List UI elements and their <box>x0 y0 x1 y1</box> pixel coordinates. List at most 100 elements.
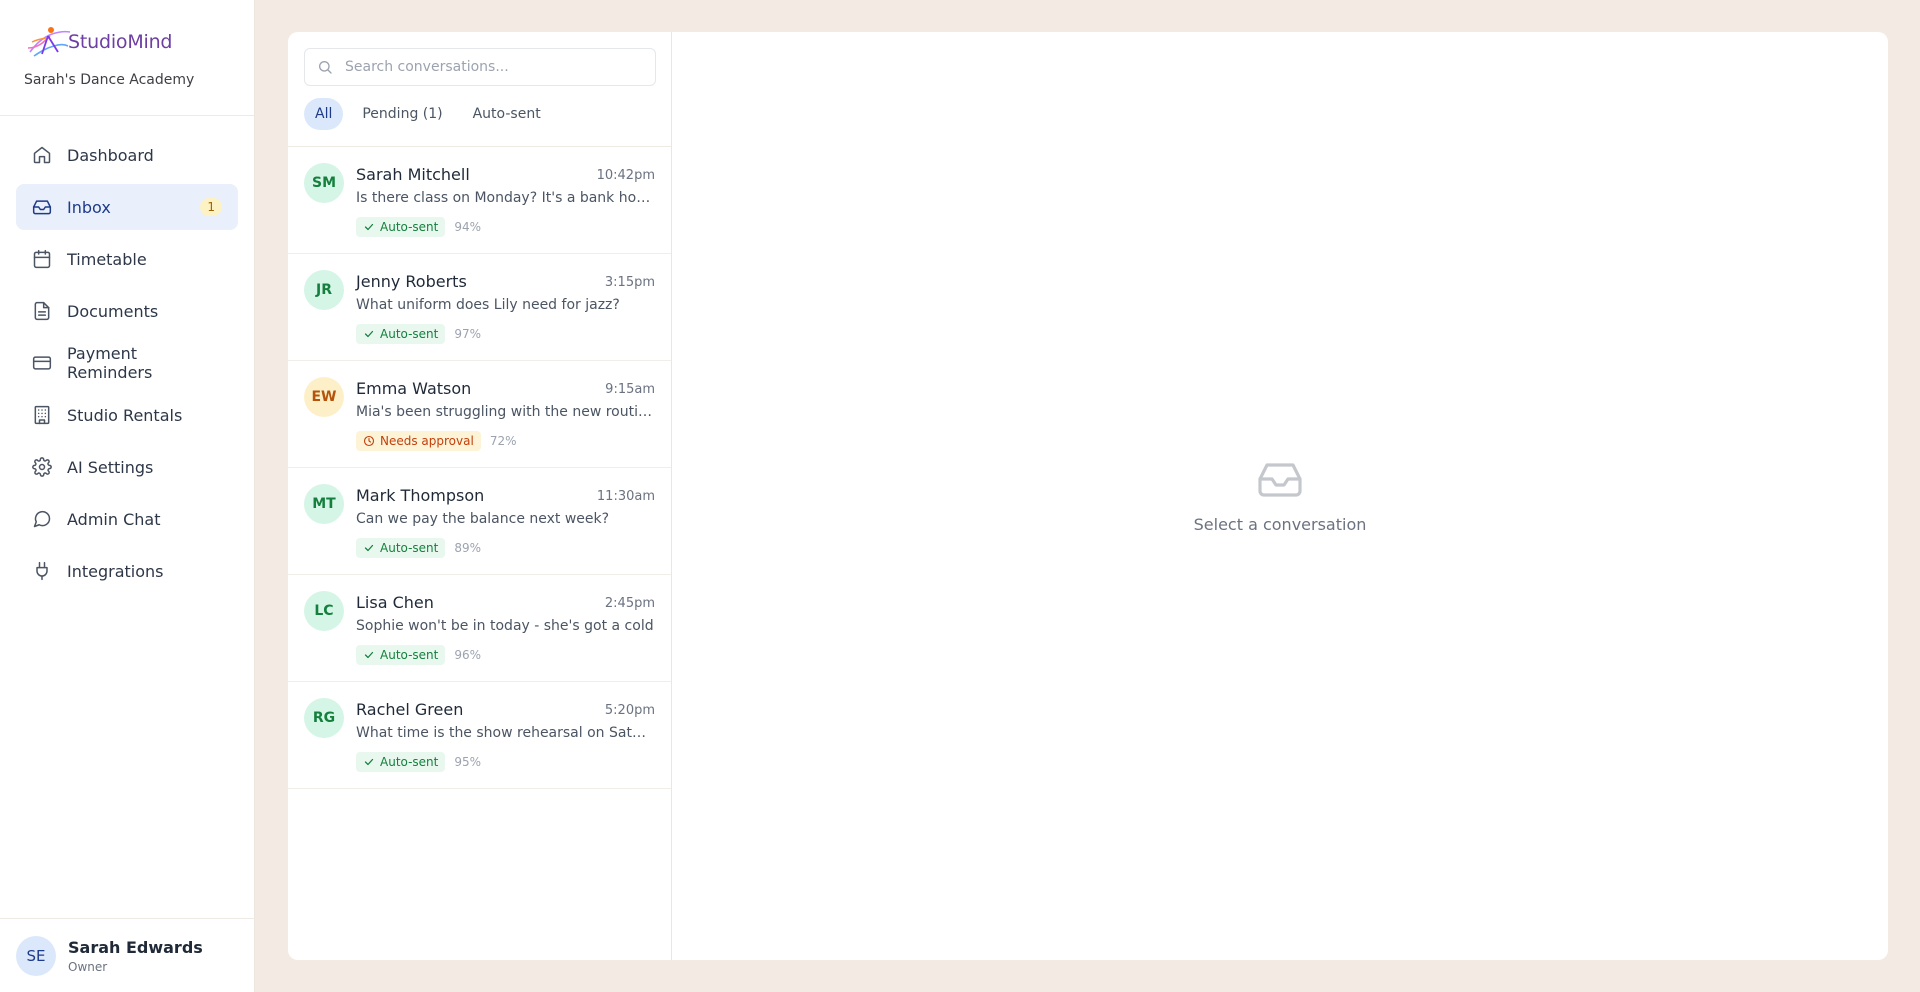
status-badge: Auto-sent <box>356 752 446 772</box>
nav-label: Dashboard <box>67 145 154 165</box>
avatar: SM <box>304 163 344 203</box>
confidence-score: 97% <box>454 327 482 341</box>
nav-label: Documents <box>67 301 159 321</box>
credit-card-icon <box>32 353 52 373</box>
filter-auto-sent[interactable]: Auto-sent <box>462 98 552 130</box>
user-profile[interactable]: SE Sarah Edwards Owner <box>0 918 255 992</box>
conversation-detail-pane: Select a conversation <box>672 32 1888 960</box>
conversation-item[interactable]: MT Mark Thompson 11:30am Can we pay the … <box>288 468 671 575</box>
brand-name: StudioMind <box>68 31 173 53</box>
check-icon <box>364 758 374 766</box>
conversation-list-pane: All Pending (1) Auto-sent SM Sarah Mitch… <box>288 32 672 960</box>
nav-label: Integrations <box>67 561 164 581</box>
conversation-item[interactable]: LC Lisa Chen 2:45pm Sophie won't be in t… <box>288 575 671 682</box>
empty-state-text: Select a conversation <box>1193 515 1367 534</box>
status-row: Auto-sent 96% <box>356 645 481 665</box>
conversation-list: SM Sarah Mitchell 10:42pm Is there class… <box>288 146 671 789</box>
status-label: Needs approval <box>380 434 474 448</box>
nav-label: Timetable <box>67 249 147 269</box>
check-icon <box>364 330 374 338</box>
chat-bubble-icon <box>32 509 52 529</box>
filter-tabs: All Pending (1) Auto-sent <box>304 98 552 130</box>
status-row: Needs approval 72% <box>356 431 517 451</box>
confidence-score: 89% <box>454 541 482 555</box>
conversation-item[interactable]: JR Jenny Roberts 3:15pm What uniform doe… <box>288 254 671 361</box>
home-icon <box>32 145 52 165</box>
status-row: Auto-sent 95% <box>356 752 481 772</box>
search-input[interactable] <box>345 59 645 75</box>
calendar-icon <box>32 249 52 269</box>
status-badge: Auto-sent <box>356 538 446 558</box>
check-icon <box>364 651 374 659</box>
brand-header: StudioMind Sarah's Dance Academy <box>0 0 254 116</box>
avatar: MT <box>304 484 344 524</box>
sidebar: StudioMind Sarah's Dance Academy Dashboa… <box>0 0 255 992</box>
inbox-tray-icon <box>1258 463 1302 497</box>
confidence-score: 94% <box>454 220 482 234</box>
message-time: 5:20pm <box>604 703 655 718</box>
logo[interactable]: StudioMind <box>24 22 254 62</box>
confidence-score: 72% <box>489 434 517 448</box>
empty-state: Select a conversation <box>672 457 1888 534</box>
status-badge: Needs approval <box>356 431 481 451</box>
status-label: Auto-sent <box>380 541 439 555</box>
status-badge: Auto-sent <box>356 217 446 237</box>
user-info: Sarah Edwards Owner <box>68 938 203 974</box>
nav-label: Inbox <box>67 197 111 217</box>
nav-item-integrations[interactable]: Integrations <box>16 548 238 594</box>
contact-name: Emma Watson <box>356 379 472 398</box>
check-icon <box>364 544 374 552</box>
nav-item-dashboard[interactable]: Dashboard <box>16 132 238 178</box>
clock-icon <box>363 435 375 447</box>
conversation-item[interactable]: EW Emma Watson 9:15am Mia's been struggl… <box>288 361 671 468</box>
confidence-score: 96% <box>454 648 482 662</box>
gear-icon <box>32 457 52 477</box>
message-preview: Is there class on Monday? It's a bank ho… <box>356 190 654 206</box>
confidence-score: 95% <box>454 755 482 769</box>
avatar: SE <box>16 935 56 976</box>
contact-name: Sarah Mitchell <box>356 165 470 184</box>
nav-item-documents[interactable]: Documents <box>16 288 238 334</box>
avatar: EW <box>304 377 344 417</box>
message-time: 11:30am <box>596 489 655 504</box>
conversation-item[interactable]: SM Sarah Mitchell 10:42pm Is there class… <box>288 147 671 254</box>
nav-item-inbox[interactable]: Inbox 1 <box>16 184 238 230</box>
nav-item-admin-chat[interactable]: Admin Chat <box>16 496 238 542</box>
inbox-count-badge: 1 <box>200 198 222 216</box>
filter-all[interactable]: All <box>304 98 344 130</box>
avatar: LC <box>304 591 344 631</box>
contact-name: Jenny Roberts <box>356 272 467 291</box>
status-badge: Auto-sent <box>356 645 446 665</box>
inbox-panel: All Pending (1) Auto-sent SM Sarah Mitch… <box>288 32 1888 960</box>
message-time: 9:15am <box>605 382 655 397</box>
user-role: Owner <box>68 959 108 974</box>
message-time: 3:15pm <box>604 275 655 290</box>
message-preview: Mia's been struggling with the new routi… <box>356 404 654 420</box>
building-icon <box>32 405 52 425</box>
status-badge: Auto-sent <box>356 324 446 344</box>
status-row: Auto-sent 94% <box>356 217 481 237</box>
search-icon <box>319 60 332 74</box>
academy-name: Sarah's Dance Academy <box>24 72 195 88</box>
filter-pending[interactable]: Pending (1) <box>351 98 453 130</box>
message-preview: What time is the show rehearsal on Satur… <box>356 725 654 741</box>
nav-item-ai-settings[interactable]: AI Settings <box>16 444 238 490</box>
check-icon <box>364 223 374 231</box>
message-time: 2:45pm <box>604 596 655 611</box>
contact-name: Mark Thompson <box>356 486 485 505</box>
search-box <box>304 48 656 86</box>
nav-label: Admin Chat <box>67 509 161 529</box>
status-label: Auto-sent <box>380 220 439 234</box>
nav-label: Studio Rentals <box>67 405 183 425</box>
inbox-icon <box>32 197 52 217</box>
contact-name: Lisa Chen <box>356 593 434 612</box>
nav-item-payment-reminders[interactable]: Payment Reminders <box>16 340 238 386</box>
nav-item-studio-rentals[interactable]: Studio Rentals <box>16 392 238 438</box>
conversation-item[interactable]: RG Rachel Green 5:20pm What time is the … <box>288 682 671 789</box>
user-name: Sarah Edwards <box>68 937 203 957</box>
status-row: Auto-sent 97% <box>356 324 481 344</box>
avatar: JR <box>304 270 344 310</box>
message-preview: Can we pay the balance next week? <box>356 511 610 527</box>
document-icon <box>32 301 52 321</box>
nav-item-timetable[interactable]: Timetable <box>16 236 238 282</box>
